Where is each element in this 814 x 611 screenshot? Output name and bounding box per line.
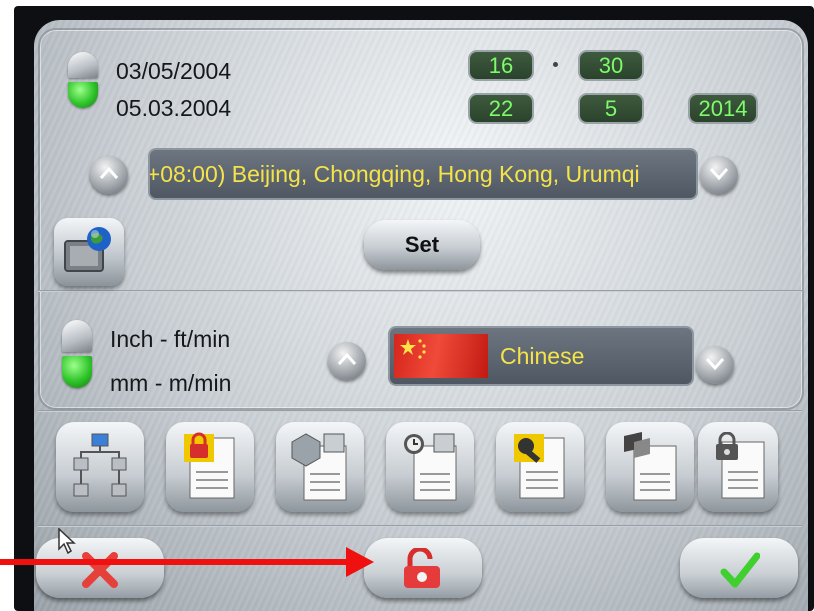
chevron-down-icon xyxy=(705,358,725,370)
divider-3 xyxy=(38,525,802,527)
globe-monitor-icon xyxy=(64,227,111,272)
timezone-up-button[interactable] xyxy=(90,156,128,194)
units-metric-label: mm - m/min xyxy=(110,370,232,396)
clock-machine-document-button[interactable] xyxy=(386,422,474,512)
language-value: Chinese xyxy=(500,343,585,369)
chevron-down-icon xyxy=(709,168,729,180)
toggle-off-segment xyxy=(68,52,98,78)
machine-document-button[interactable] xyxy=(276,422,364,512)
units-toggle[interactable] xyxy=(62,320,92,388)
toggle-on-segment xyxy=(62,356,92,388)
hour-display[interactable]: 16 xyxy=(468,50,534,81)
toggle-on-segment xyxy=(68,82,98,108)
world-time-button[interactable] xyxy=(54,218,124,286)
wrench-document-button[interactable] xyxy=(496,422,584,512)
unlock-button[interactable] xyxy=(364,538,482,598)
divider-1 xyxy=(38,290,802,292)
year-display[interactable]: 2014 xyxy=(688,93,758,124)
touch-screen: 03/05/2004 05.03.2004 16 30 22 5 2014 (G… xyxy=(34,20,808,611)
units-imperial-label: Inch - ft/min xyxy=(110,326,231,352)
flags-document-button[interactable] xyxy=(606,422,694,512)
timezone-down-button[interactable] xyxy=(700,156,738,194)
time-separator xyxy=(553,62,558,67)
cancel-button[interactable] xyxy=(36,538,164,598)
date-format-eu-label: 05.03.2004 xyxy=(116,95,232,121)
locked-document-button[interactable] xyxy=(166,422,254,512)
checkmark-icon xyxy=(720,552,760,588)
date-format-us-label: 03/05/2004 xyxy=(116,58,232,84)
padlock-document-icon xyxy=(716,432,765,499)
network-topology-icon xyxy=(73,433,127,497)
clock-machine-document-icon xyxy=(404,433,457,501)
locked-document-icon xyxy=(184,432,235,499)
annotation-arrow-shaft xyxy=(0,559,350,565)
confirm-button[interactable] xyxy=(680,538,798,598)
annotation-arrow-head xyxy=(346,547,374,577)
padlock-document-button[interactable] xyxy=(698,422,778,512)
timezone-value: (GMT+08:00) Beijing, Chongqing, Hong Kon… xyxy=(148,161,640,187)
chevron-up-icon xyxy=(99,166,119,179)
language-up-button[interactable] xyxy=(328,342,366,380)
timezone-field[interactable]: (GMT+08:00) Beijing, Chongqing, Hong Kon… xyxy=(148,148,698,200)
chevron-up-icon xyxy=(337,352,357,365)
minute-display[interactable]: 30 xyxy=(578,50,644,81)
cube-machine-document-icon xyxy=(291,433,347,501)
mouse-pointer-icon xyxy=(58,528,76,554)
network-topology-button[interactable] xyxy=(56,422,144,512)
flags-document-icon xyxy=(624,432,677,501)
language-down-button[interactable] xyxy=(696,346,734,384)
divider-2 xyxy=(38,410,802,412)
month-display[interactable]: 5 xyxy=(578,93,644,124)
day-display[interactable]: 22 xyxy=(468,93,534,124)
language-field[interactable]: Chinese xyxy=(388,326,694,386)
toggle-off-segment xyxy=(62,320,92,352)
date-format-toggle[interactable] xyxy=(68,52,98,108)
china-flag-icon xyxy=(394,334,488,378)
close-icon xyxy=(82,552,118,588)
set-button[interactable]: Set xyxy=(364,220,480,270)
wrench-document-icon xyxy=(514,434,565,499)
unlock-padlock-icon xyxy=(404,548,440,588)
